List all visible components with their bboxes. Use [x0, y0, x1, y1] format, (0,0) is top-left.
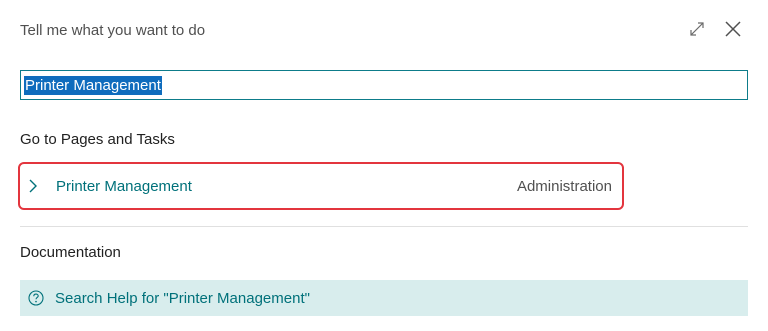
header-actions [686, 18, 744, 40]
search-help-label: Search Help for "Printer Management" [55, 289, 310, 307]
search-input-value: Printer Management [24, 75, 162, 95]
search-input[interactable]: Printer Management [20, 70, 748, 100]
docs-section-title: Documentation [20, 244, 121, 261]
chevron-right-icon [28, 178, 42, 194]
result-item-category: Administration [516, 177, 612, 195]
expand-icon[interactable] [686, 18, 708, 40]
dialog-title: Tell me what you want to do [20, 22, 206, 39]
pages-section-title: Go to Pages and Tasks [20, 131, 175, 148]
search-help-link[interactable]: Search Help for "Printer Management" [20, 280, 748, 316]
help-circle-icon [28, 290, 44, 306]
result-item-printer-management[interactable]: Printer Management Administration [18, 162, 624, 210]
close-icon[interactable] [722, 18, 744, 40]
tell-me-dialog: Tell me what you want to do Printer Mana… [0, 0, 768, 331]
result-item-name: Printer Management [56, 177, 192, 195]
section-divider [20, 226, 748, 227]
